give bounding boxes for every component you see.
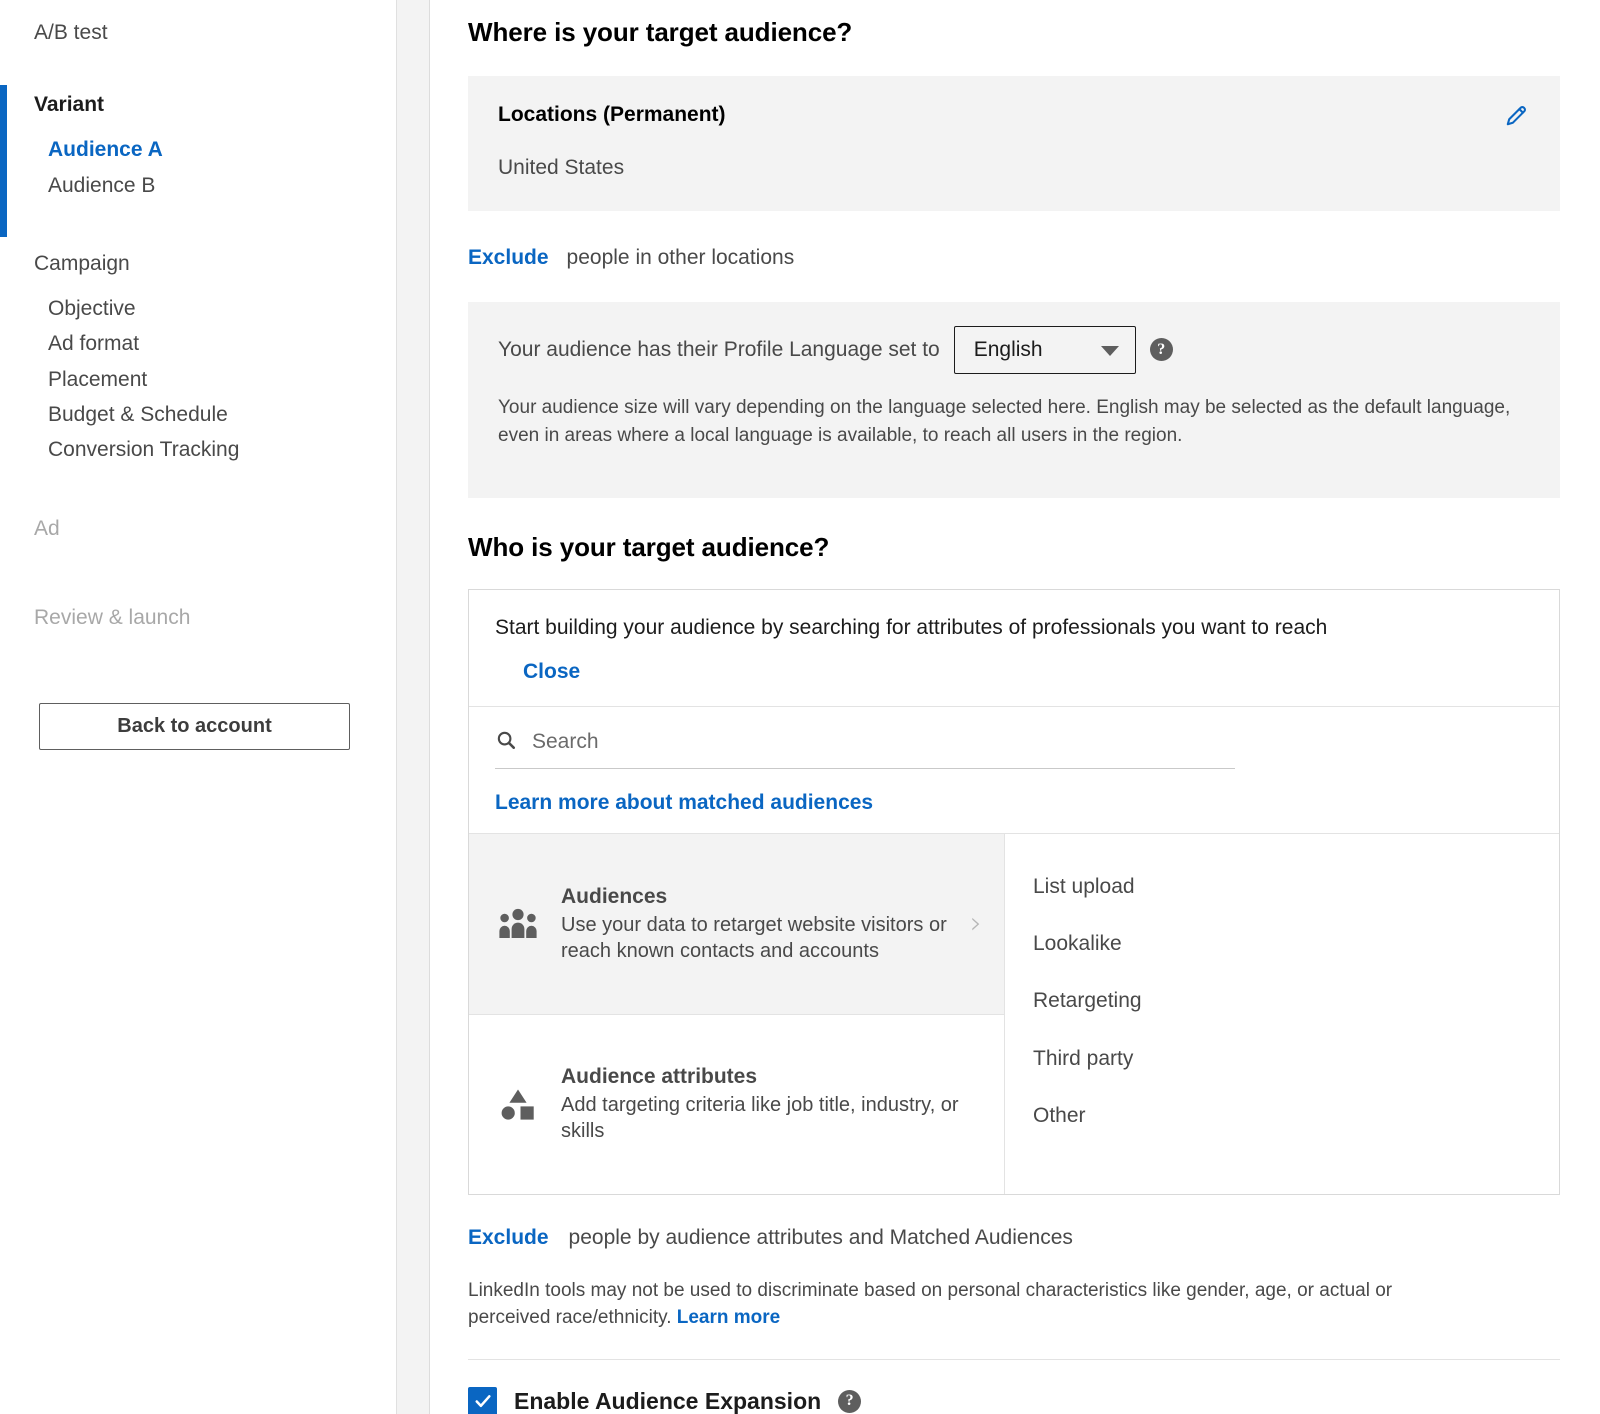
people-group-icon (497, 903, 539, 945)
audience-type-audiences-title: Audiences (561, 884, 668, 908)
audience-search-wrap (495, 729, 1235, 769)
sidebar-group-variant: Variant Audience A Audience B (0, 92, 396, 203)
profile-language-row: Your audience has their Profile Language… (498, 325, 1530, 374)
audience-type-split: Audiences Use your data to retarget webs… (469, 832, 1559, 1194)
edit-locations-button[interactable] (1500, 98, 1534, 132)
audience-subtype-list-upload[interactable]: List upload (1033, 858, 1559, 915)
audience-builder-header: Start building your audience by searchin… (469, 590, 1559, 707)
profile-language-selected-value: English (973, 337, 1043, 361)
close-audience-builder-link[interactable]: Close (523, 660, 580, 684)
locations-card: Locations (Permanent) United States (468, 76, 1560, 211)
exclude-attributes-link[interactable]: Exclude (468, 1226, 549, 1250)
audience-subtype-list: List upload Lookalike Retargeting Third … (1005, 834, 1559, 1194)
section-divider (468, 1358, 1560, 1360)
exclude-locations-text: people in other locations (566, 245, 795, 269)
locations-card-title: Locations (Permanent) (498, 103, 726, 127)
who-target-audience-heading: Who is your target audience? (468, 531, 830, 562)
sidebar-item-review-launch[interactable]: Review & launch (0, 605, 396, 630)
active-step-accent-bar (0, 85, 7, 237)
discrimination-disclaimer-text: LinkedIn tools may not be used to discri… (468, 1279, 1393, 1328)
sidebar-item-conversion-tracking[interactable]: Conversion Tracking (34, 432, 396, 467)
audience-type-attributes[interactable]: Audience attributes Add targeting criter… (469, 1013, 1004, 1194)
audience-search-area: Learn more about matched audiences (469, 707, 1559, 833)
sidebar-group-variant-title: Variant (34, 93, 105, 116)
audience-type-attributes-text: Audience attributes Add targeting criter… (561, 1064, 961, 1144)
exclude-attributes-text: people by audience attributes and Matche… (568, 1225, 1073, 1249)
chevron-right-icon: › (970, 905, 982, 941)
audience-type-audiences-text: Audiences Use your data to retarget webs… (561, 884, 948, 964)
audience-subtype-other[interactable]: Other (1033, 1087, 1559, 1144)
where-target-audience-heading: Where is your target audience? (468, 17, 853, 47)
campaign-setup-sidebar: A/B test Variant Audience A Audience B C… (0, 0, 396, 1414)
profile-language-label: Your audience has their Profile Language… (498, 337, 940, 361)
sidebar-group-campaign: Campaign Objective Ad format Placement B… (0, 251, 396, 468)
shapes-icon (497, 1083, 539, 1125)
audience-subtype-lookalike[interactable]: Lookalike (1033, 915, 1559, 972)
audience-subtype-retargeting[interactable]: Retargeting (1033, 972, 1559, 1029)
audience-expansion-help-icon[interactable]: ? (838, 1389, 862, 1413)
sidebar-item-placement[interactable]: Placement (34, 362, 396, 397)
sidebar-item-ab-test[interactable]: A/B test (0, 22, 396, 43)
sidebar-item-ad[interactable]: Ad (0, 516, 396, 541)
search-icon (495, 729, 517, 756)
profile-language-card: Your audience has their Profile Language… (468, 301, 1560, 498)
learn-more-matched-audiences-link[interactable]: Learn more about matched audiences (495, 791, 873, 815)
audience-expansion-row: Enable Audience Expansion ? (468, 1386, 1560, 1414)
chevron-down-icon (1100, 345, 1119, 356)
exclude-locations-row: Exclude people in other locations (468, 246, 1560, 270)
sidebar-item-ab-test-label: A/B test (34, 21, 108, 44)
back-to-account-button[interactable]: Back to account (39, 702, 350, 750)
exclude-locations-link[interactable]: Exclude (468, 246, 549, 270)
audience-builder-panel: Start building your audience by searchin… (468, 588, 1560, 1195)
sidebar-item-audience-a[interactable]: Audience A (34, 132, 396, 167)
sidebar-item-budget-schedule[interactable]: Budget & Schedule (34, 397, 396, 432)
sidebar-item-objective[interactable]: Objective (34, 291, 396, 326)
locations-card-value: United States (498, 156, 625, 180)
audience-type-list: Audiences Use your data to retarget webs… (469, 833, 1005, 1194)
audience-builder-prompt: Start building your audience by searchin… (495, 615, 1328, 639)
discrimination-disclaimer: LinkedIn tools may not be used to discri… (468, 1278, 1478, 1332)
disclaimer-learn-more-link[interactable]: Learn more (677, 1307, 780, 1328)
audience-setup-content: Where is your target audience? Locations… (430, 0, 1600, 1414)
audience-type-attributes-desc: Add targeting criteria like job title, i… (561, 1094, 959, 1143)
profile-language-note: Your audience size will vary depending o… (498, 396, 1511, 447)
audience-type-audiences[interactable]: Audiences Use your data to retarget webs… (469, 833, 1004, 1014)
check-icon (475, 1395, 491, 1408)
audience-search-input[interactable] (530, 729, 1235, 756)
pencil-icon (1504, 106, 1530, 131)
profile-language-select[interactable]: English (953, 325, 1136, 374)
campaign-manager-page: A/B test Variant Audience A Audience B C… (0, 0, 1600, 1414)
sidebar-item-ad-format[interactable]: Ad format (34, 326, 396, 361)
audience-subtype-third-party[interactable]: Third party (1033, 1030, 1559, 1087)
audience-type-audiences-desc: Use your data to retarget website visito… (561, 913, 947, 962)
audience-expansion-checkbox[interactable] (468, 1386, 497, 1414)
exclude-attributes-row: Exclude people by audience attributes an… (468, 1226, 1560, 1250)
sidebar-item-audience-b[interactable]: Audience B (34, 168, 396, 203)
sidebar-content-divider (396, 0, 430, 1414)
profile-language-help-icon[interactable]: ? (1149, 338, 1173, 362)
audience-type-attributes-title: Audience attributes (561, 1065, 758, 1089)
sidebar-group-campaign-title: Campaign (34, 251, 130, 275)
audience-expansion-label: Enable Audience Expansion (514, 1387, 822, 1414)
